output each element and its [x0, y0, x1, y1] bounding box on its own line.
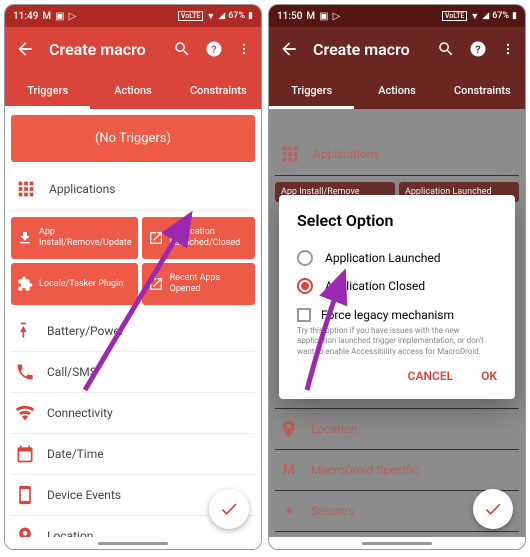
card-app-install[interactable]: App Install/Remove/Update — [11, 217, 138, 259]
dialog-title: Select Option — [297, 211, 497, 230]
apps-icon — [15, 178, 37, 200]
radio-icon — [297, 250, 313, 266]
status-bar: 11:50 M ▣ ▷ VoLTE ▼ ◢ 67% ▮ — [269, 5, 525, 27]
help-icon[interactable]: ? — [469, 40, 487, 58]
nav-bar — [5, 537, 261, 549]
back-icon[interactable] — [15, 39, 35, 59]
category-battery[interactable]: Battery/Power — [11, 311, 255, 352]
status-time: 11:49 — [13, 11, 38, 22]
fab-confirm[interactable] — [473, 489, 513, 529]
ok-button[interactable]: OK — [481, 369, 497, 383]
category-connectivity[interactable]: Connectivity — [11, 393, 255, 434]
calendar-icon — [15, 444, 35, 464]
tab-constraints[interactable]: Constraints — [440, 71, 525, 109]
wifi-icon — [15, 403, 35, 423]
triangle-icon: ▷ — [69, 11, 77, 22]
signal-icon: ◢ — [482, 11, 489, 21]
content: (No Triggers) Applications App Install/R… — [5, 109, 261, 549]
box-icon: ▣ — [55, 11, 64, 22]
device-icon — [15, 485, 35, 505]
cancel-button[interactable]: CANCEL — [408, 369, 453, 383]
search-icon[interactable] — [173, 40, 191, 58]
category-call[interactable]: Call/SMS — [11, 352, 255, 393]
back-icon[interactable] — [279, 39, 299, 59]
card-locale[interactable]: Locale/Tasker Plugin — [11, 263, 138, 305]
svg-text:?: ? — [475, 43, 480, 56]
sensor-icon — [279, 501, 299, 521]
app-title: Create macro — [313, 40, 437, 59]
status-bar: 11:49 M ▣ ▷ VoLTE ▼ ◢ 67% ▮ — [5, 5, 261, 27]
section-label: Applications — [49, 182, 115, 196]
wifi-icon: ▼ — [206, 11, 215, 22]
category-macrodroid[interactable]: MMacroDroid Specific — [275, 450, 519, 491]
phone-left: 11:49 M ▣ ▷ VoLTE ▼ ◢ 67% ▮ Create macro… — [4, 4, 262, 550]
tab-actions[interactable]: Actions — [354, 71, 439, 109]
checkbox-legacy[interactable]: Force legacy mechanism — [297, 300, 497, 324]
m-icon: M — [42, 11, 51, 22]
battery-icon — [15, 321, 35, 341]
plugin-icon — [17, 276, 33, 292]
app-title: Create macro — [49, 40, 173, 59]
search-icon[interactable] — [437, 40, 455, 58]
tab-constraints[interactable]: Constraints — [176, 71, 261, 109]
card-recent[interactable]: Recent Apps Opened — [142, 263, 255, 305]
m-icon: M — [279, 460, 299, 480]
triangle-icon: ▷ — [333, 11, 341, 22]
help-text: Try this option if you have issues with … — [297, 326, 497, 357]
battery-pct: 67% — [492, 11, 509, 21]
radio-icon — [297, 278, 313, 294]
status-time: 11:50 — [277, 11, 302, 22]
battery-pct: 67% — [228, 11, 245, 21]
wifi-icon: ▼ — [470, 11, 479, 22]
tab-actions[interactable]: Actions — [90, 71, 175, 109]
apps-icon — [279, 143, 301, 165]
app-bar: Create macro ? — [5, 27, 261, 71]
app-bar: Create macro ? — [269, 27, 525, 71]
tab-bar: Triggers Actions Constraints — [269, 71, 525, 109]
radio-closed[interactable]: Application Closed — [297, 272, 497, 300]
battery-icon: ▮ — [248, 11, 253, 21]
category-datetime[interactable]: Date/Time — [11, 434, 255, 475]
tab-triggers[interactable]: Triggers — [5, 71, 90, 109]
tab-bar: Triggers Actions Constraints — [5, 71, 261, 109]
box-icon: ▣ — [319, 11, 328, 22]
svg-text:?: ? — [211, 43, 216, 56]
download-icon — [17, 230, 33, 246]
volte-badge: VoLTE — [442, 11, 467, 21]
select-option-dialog: Select Option Application Launched Appli… — [279, 195, 515, 399]
m-icon: M — [306, 11, 315, 22]
radio-launched[interactable]: Application Launched — [297, 244, 497, 272]
phone-right: 11:50 M ▣ ▷ VoLTE ▼ ◢ 67% ▮ Create macro… — [268, 4, 526, 550]
tab-triggers[interactable]: Triggers — [269, 71, 354, 109]
section-applications[interactable]: Applications — [11, 168, 255, 211]
location-icon — [279, 419, 299, 439]
card-app-launched[interactable]: Application Launched/Closed — [142, 217, 255, 259]
more-icon[interactable] — [501, 40, 515, 58]
recent-icon — [148, 276, 164, 292]
nav-bar — [269, 537, 525, 549]
no-triggers-banner: (No Triggers) — [11, 115, 255, 162]
signal-icon: ◢ — [218, 11, 225, 21]
more-icon[interactable] — [237, 40, 251, 58]
phone-icon — [15, 362, 35, 382]
help-icon[interactable]: ? — [205, 40, 223, 58]
section-applications[interactable]: Applications — [275, 133, 519, 176]
volte-badge: VoLTE — [178, 11, 203, 21]
category-location[interactable]: Location — [275, 409, 519, 450]
section-label: Applications — [313, 147, 379, 161]
launch-icon — [148, 230, 164, 246]
checkbox-icon — [297, 308, 311, 322]
fab-confirm[interactable] — [209, 489, 249, 529]
battery-icon: ▮ — [512, 11, 517, 21]
